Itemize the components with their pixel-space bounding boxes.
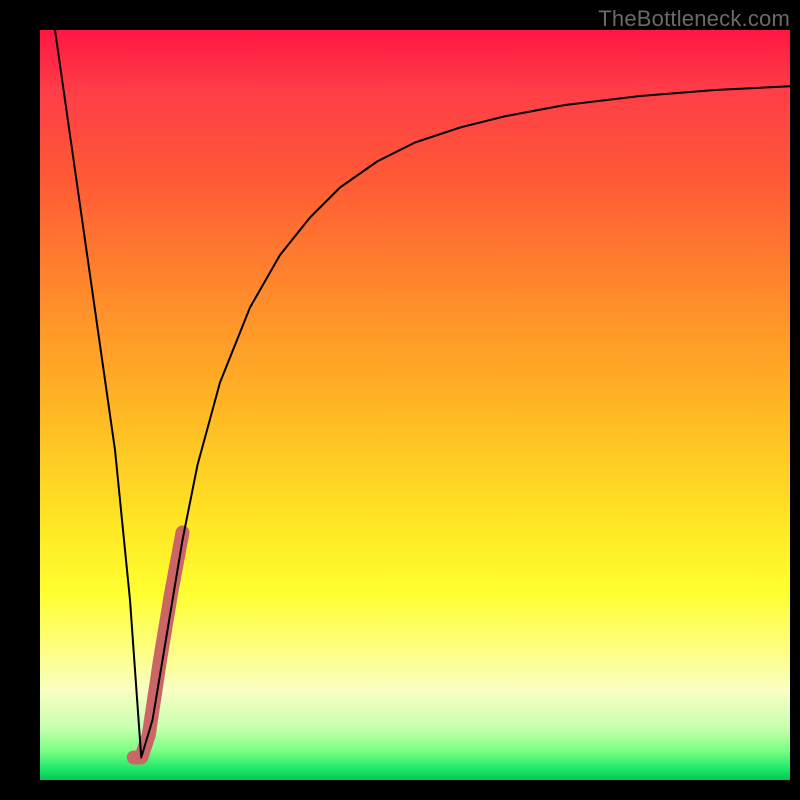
chart-frame: TheBottleneck.com xyxy=(0,0,800,800)
highlight-path xyxy=(134,533,183,758)
watermark-text: TheBottleneck.com xyxy=(598,6,790,32)
plot-area xyxy=(40,30,790,780)
curve-svg xyxy=(40,30,790,780)
vcurve-path xyxy=(55,30,790,758)
